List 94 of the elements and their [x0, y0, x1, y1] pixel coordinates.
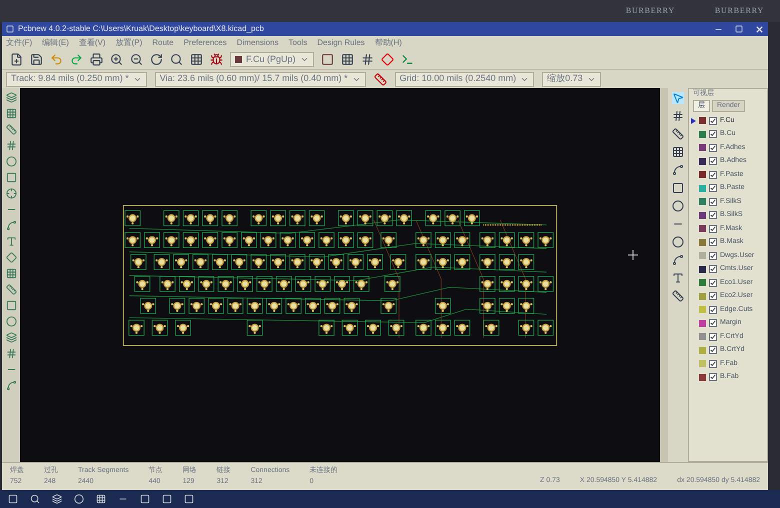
tool-icon[interactable]	[6, 140, 16, 151]
layer-checkbox[interactable]	[709, 319, 717, 328]
taskbar-icon[interactable]	[52, 494, 62, 504]
taskbar-icon[interactable]	[30, 494, 40, 504]
tool-icon[interactable]	[672, 110, 684, 122]
tool-icon[interactable]	[672, 272, 684, 284]
tool-icon[interactable]	[6, 92, 16, 103]
window-title: Pcbnew 4.0.2-stable C:\Users\Kruak\Desktop\keyboard\X8.kicad_pcb	[18, 23, 265, 35]
app-icon	[6, 25, 14, 33]
grid-icon[interactable]	[340, 53, 354, 66]
new-file-icon[interactable]	[10, 53, 23, 66]
tool-icon[interactable]	[672, 236, 684, 248]
layer-checkbox[interactable]	[709, 224, 717, 233]
layer-checkbox[interactable]	[709, 144, 717, 152]
dropdown[interactable]: Grid: 10.00 mils (0.2540 mm)	[394, 72, 534, 86]
grid-icon[interactable]	[190, 53, 203, 66]
menu-item[interactable]: Design Rules	[317, 37, 365, 49]
tool-icon[interactable]	[6, 300, 16, 311]
menu-item[interactable]: Dimensions	[236, 37, 279, 49]
layer-checkbox[interactable]	[709, 238, 717, 246]
taskbar-icon[interactable]	[8, 494, 18, 504]
terminal-icon[interactable]	[400, 53, 414, 66]
maximize-icon[interactable]	[735, 25, 743, 33]
taskbar-icon[interactable]	[96, 494, 106, 504]
layer-checkbox[interactable]	[709, 265, 717, 274]
tool-icon[interactable]	[6, 316, 16, 327]
menu-item[interactable]: 放置(P)	[116, 37, 142, 49]
wallpaper-text: BURBERRY	[714, 5, 764, 17]
layer-checkbox[interactable]	[709, 292, 717, 300]
tool-icon[interactable]	[672, 164, 684, 176]
layer-checkbox[interactable]	[709, 373, 717, 382]
layer-checkbox[interactable]	[709, 211, 717, 220]
search-icon[interactable]	[170, 53, 183, 66]
tool-icon[interactable]	[6, 172, 16, 183]
layer-checkbox[interactable]	[709, 116, 717, 125]
tool-icon[interactable]	[6, 284, 16, 295]
layer-checkbox[interactable]	[709, 170, 717, 179]
tool-icon[interactable]	[6, 252, 16, 263]
taskbar-icon[interactable]	[162, 494, 172, 504]
menu-item[interactable]: 帮助(H)	[374, 37, 402, 49]
crosshair-cursor-icon	[628, 250, 638, 260]
tool-icon[interactable]	[6, 380, 16, 391]
wallpaper-text: BURBERRY	[626, 5, 675, 17]
layer-checkbox[interactable]	[709, 346, 717, 354]
close-icon[interactable]	[755, 24, 764, 34]
tool-icon[interactable]	[6, 332, 16, 343]
taskbar-icon[interactable]	[140, 494, 150, 504]
layer-checkbox[interactable]	[709, 130, 717, 138]
menu-item[interactable]: Route	[152, 37, 174, 49]
save-icon[interactable]	[30, 53, 43, 66]
tool-icon[interactable]	[6, 268, 16, 279]
menu-item[interactable]: 编辑(E)	[42, 37, 69, 49]
layer-checkbox[interactable]	[709, 332, 717, 341]
taskbar-icon[interactable]	[74, 494, 84, 504]
menu-item[interactable]: 文件(F)	[6, 37, 32, 49]
zoom-in-icon[interactable]	[110, 53, 123, 66]
layer-checkbox[interactable]	[709, 252, 717, 260]
print-icon[interactable]	[90, 53, 103, 66]
tool-icon[interactable]	[672, 290, 684, 302]
tool-icon[interactable]	[6, 156, 16, 167]
layer-checkbox[interactable]	[709, 184, 717, 192]
diamond-icon[interactable]	[380, 53, 394, 66]
layer-checkbox[interactable]	[709, 198, 717, 206]
layer-pair-icon[interactable]	[320, 53, 334, 66]
tool-icon[interactable]	[672, 92, 684, 104]
ruler-icon[interactable]	[374, 72, 387, 86]
dropdown[interactable]: Track: 9.84 mils (0.250 mm) *	[6, 72, 147, 86]
layer-checkbox[interactable]	[709, 278, 717, 287]
tool-icon[interactable]	[6, 124, 16, 135]
tool-icon[interactable]	[672, 128, 684, 140]
menu-item[interactable]: Preferences	[184, 37, 227, 49]
layer-checkbox[interactable]	[709, 360, 717, 368]
dropdown[interactable]: F.Cu (PgUp)	[230, 52, 314, 67]
tool-icon[interactable]	[6, 108, 16, 119]
hash-icon[interactable]	[360, 53, 374, 66]
menu-item[interactable]: Tools	[288, 37, 308, 49]
tool-icon[interactable]	[672, 146, 684, 158]
tool-icon[interactable]	[672, 182, 684, 194]
dropdown[interactable]: Via: 23.6 mils (0.60 mm)/ 15.7 mils (0.40 mm) *	[154, 72, 366, 86]
tool-icon[interactable]	[6, 220, 16, 231]
redraw-icon[interactable]	[150, 53, 163, 66]
tool-icon[interactable]	[672, 254, 684, 266]
bug-icon[interactable]	[210, 53, 223, 66]
caret-icon	[300, 55, 309, 64]
layer-checkbox[interactable]	[709, 306, 717, 314]
tool-icon[interactable]	[6, 188, 16, 199]
dropdown[interactable]: 缩放0.73	[542, 72, 601, 86]
taskbar-icon[interactable]	[184, 494, 194, 504]
tool-icon[interactable]	[672, 200, 684, 212]
menu-item[interactable]: 查看(V)	[78, 37, 106, 49]
tool-icon[interactable]	[6, 236, 16, 247]
layer-checkbox[interactable]	[709, 157, 717, 166]
tool-icon[interactable]	[6, 348, 16, 359]
zoom-out-icon[interactable]	[130, 53, 143, 66]
